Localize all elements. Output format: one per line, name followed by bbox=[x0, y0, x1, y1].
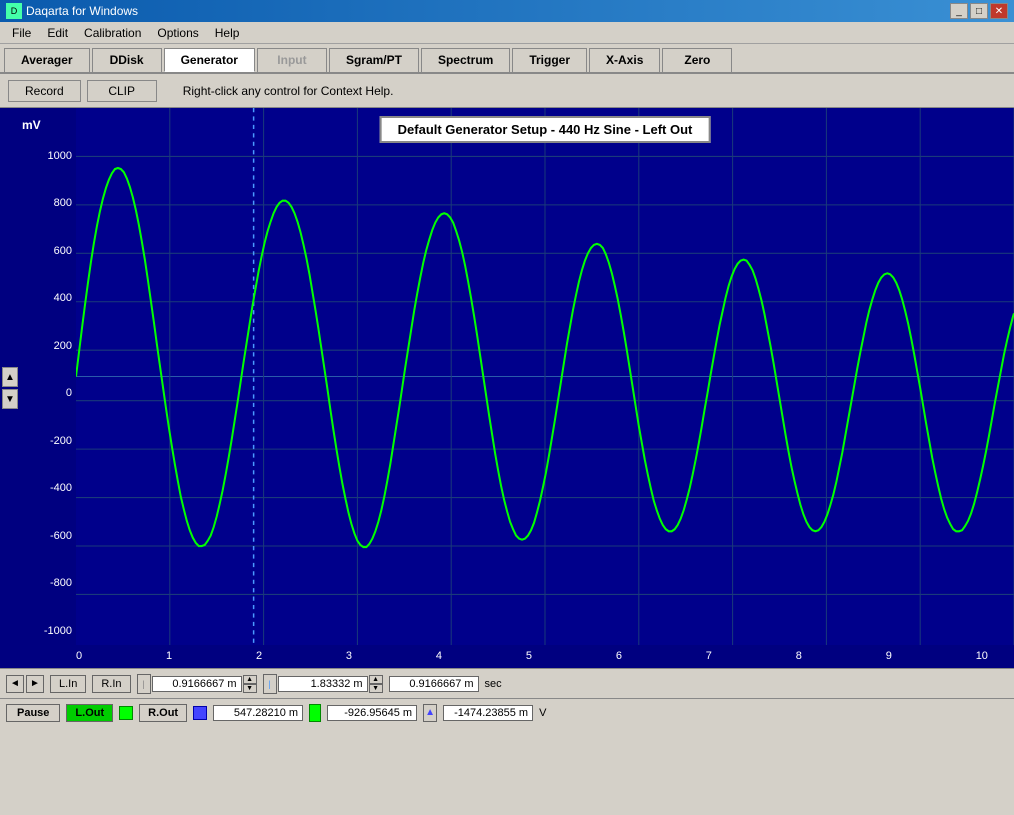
rout-led bbox=[193, 706, 207, 720]
nav-buttons: ◄ ► bbox=[6, 675, 44, 693]
toolbar: Averager DDisk Generator Input Sgram/PT … bbox=[0, 44, 1014, 74]
tab-generator[interactable]: Generator bbox=[164, 48, 255, 72]
y-tick-1000: 1000 bbox=[24, 150, 72, 162]
y-tick--800: -800 bbox=[24, 577, 72, 589]
waveform-svg bbox=[76, 108, 1014, 645]
close-button[interactable]: ✕ bbox=[990, 3, 1008, 19]
title-bar-left: D Daqarta for Windows bbox=[6, 3, 138, 19]
delta-value: 0.9166667 m bbox=[389, 676, 479, 692]
marker1-value: 0.9166667 m bbox=[152, 676, 242, 692]
ch1-led bbox=[309, 704, 321, 722]
menu-edit[interactable]: Edit bbox=[39, 24, 76, 42]
y-tick-800: 800 bbox=[24, 197, 72, 209]
app-icon: D bbox=[6, 3, 22, 19]
generator-label: Default Generator Setup - 440 Hz Sine - … bbox=[380, 116, 711, 143]
scroll-down-button[interactable]: ▼ bbox=[2, 389, 18, 409]
y-axis: mV 1000 800 600 400 200 0 -200 -400 -600… bbox=[20, 108, 76, 645]
marker1-up[interactable]: ▲ bbox=[243, 675, 257, 684]
rin-button[interactable]: R.In bbox=[92, 675, 130, 693]
tab-ddisk[interactable]: DDisk bbox=[92, 48, 162, 72]
record-button[interactable]: Record bbox=[8, 80, 81, 102]
x-tick-7: 7 bbox=[706, 650, 796, 662]
rout-indicator[interactable]: R.Out bbox=[139, 704, 187, 722]
y-tick--200: -200 bbox=[24, 435, 72, 447]
y-axis-label: mV bbox=[22, 118, 41, 132]
bottom-controls: ◄ ► L.In R.In | 0.9166667 m ▲ ▼ | 1.8333… bbox=[0, 668, 1014, 698]
x-tick-1: 1 bbox=[166, 650, 256, 662]
y-tick-200: 200 bbox=[24, 340, 72, 352]
x-tick-9: 9 bbox=[886, 650, 976, 662]
tab-input[interactable]: Input bbox=[257, 48, 327, 72]
tab-averager[interactable]: Averager bbox=[4, 48, 90, 72]
y-tick-0: 0 bbox=[24, 387, 72, 399]
lout-led bbox=[119, 706, 133, 720]
marker1-icon: | bbox=[137, 674, 151, 694]
marker2-spinner[interactable]: ▲ ▼ bbox=[369, 675, 383, 693]
tab-trigger[interactable]: Trigger bbox=[512, 48, 587, 72]
y-tick--1000: -1000 bbox=[24, 625, 72, 637]
pause-button[interactable]: Pause bbox=[6, 704, 60, 722]
chart-container: ▲ ▼ mV 1000 800 600 400 200 0 -200 -400 … bbox=[0, 108, 1014, 668]
marker2-up[interactable]: ▲ bbox=[369, 675, 383, 684]
y-tick-600: 600 bbox=[24, 245, 72, 257]
lin-button[interactable]: L.In bbox=[50, 675, 86, 693]
marker1-down[interactable]: ▼ bbox=[243, 684, 257, 693]
x-tick-5: 5 bbox=[526, 650, 616, 662]
tab-sgram[interactable]: Sgram/PT bbox=[329, 48, 419, 72]
x-tick-3: 3 bbox=[346, 650, 436, 662]
marker2-down[interactable]: ▼ bbox=[369, 684, 383, 693]
pause-row: Pause L.Out R.Out 547.28210 m -926.95645… bbox=[0, 698, 1014, 726]
triangle-marker: ▲ bbox=[423, 704, 437, 722]
x-tick-2: 2 bbox=[256, 650, 346, 662]
title-bar-buttons[interactable]: _ □ ✕ bbox=[950, 3, 1008, 19]
x-axis: 0 1 2 3 4 5 6 7 8 9 10 bbox=[0, 645, 1014, 668]
nav-left-button[interactable]: ◄ bbox=[6, 675, 24, 693]
menu-options[interactable]: Options bbox=[149, 24, 206, 42]
minimize-button[interactable]: _ bbox=[950, 3, 968, 19]
menu-file[interactable]: File bbox=[4, 24, 39, 42]
title-bar-title: Daqarta for Windows bbox=[26, 4, 138, 18]
y-tick-400: 400 bbox=[24, 292, 72, 304]
menu-help[interactable]: Help bbox=[207, 24, 248, 42]
marker2-icon: | bbox=[263, 674, 277, 694]
x-tick-0: 0 bbox=[76, 650, 166, 662]
menu-calibration[interactable]: Calibration bbox=[76, 24, 149, 42]
lout-indicator[interactable]: L.Out bbox=[66, 704, 113, 722]
sub-toolbar: Record CLIP Right-click any control for … bbox=[0, 74, 1014, 108]
marker1-group: | 0.9166667 m ▲ ▼ bbox=[137, 674, 257, 694]
time-unit: sec bbox=[485, 678, 502, 690]
marker2-value: 1.83332 m bbox=[278, 676, 368, 692]
pause-value2: -926.95645 m bbox=[327, 705, 417, 721]
chart-plot: Default Generator Setup - 440 Hz Sine - … bbox=[76, 108, 1014, 645]
maximize-button[interactable]: □ bbox=[970, 3, 988, 19]
x-tick-8: 8 bbox=[796, 650, 886, 662]
x-tick-6: 6 bbox=[616, 650, 706, 662]
context-help-text: Right-click any control for Context Help… bbox=[183, 84, 394, 98]
tab-spectrum[interactable]: Spectrum bbox=[421, 48, 510, 72]
scroll-up-button[interactable]: ▲ bbox=[2, 367, 18, 387]
tab-zero[interactable]: Zero bbox=[662, 48, 732, 72]
x-tick-4: 4 bbox=[436, 650, 526, 662]
clip-button[interactable]: CLIP bbox=[87, 80, 157, 102]
title-bar: D Daqarta for Windows _ □ ✕ bbox=[0, 0, 1014, 22]
pause-value1: 547.28210 m bbox=[213, 705, 303, 721]
marker2-group: | 1.83332 m ▲ ▼ bbox=[263, 674, 383, 694]
voltage-unit: V bbox=[539, 707, 546, 719]
y-tick--400: -400 bbox=[24, 482, 72, 494]
tab-xaxis[interactable]: X-Axis bbox=[589, 48, 660, 72]
menu-bar: File Edit Calibration Options Help bbox=[0, 22, 1014, 44]
x-tick-10: 10 bbox=[976, 650, 1014, 662]
y-tick--600: -600 bbox=[24, 530, 72, 542]
marker1-spinner[interactable]: ▲ ▼ bbox=[243, 675, 257, 693]
nav-right-button[interactable]: ► bbox=[26, 675, 44, 693]
pause-value3: -1474.23855 m bbox=[443, 705, 533, 721]
